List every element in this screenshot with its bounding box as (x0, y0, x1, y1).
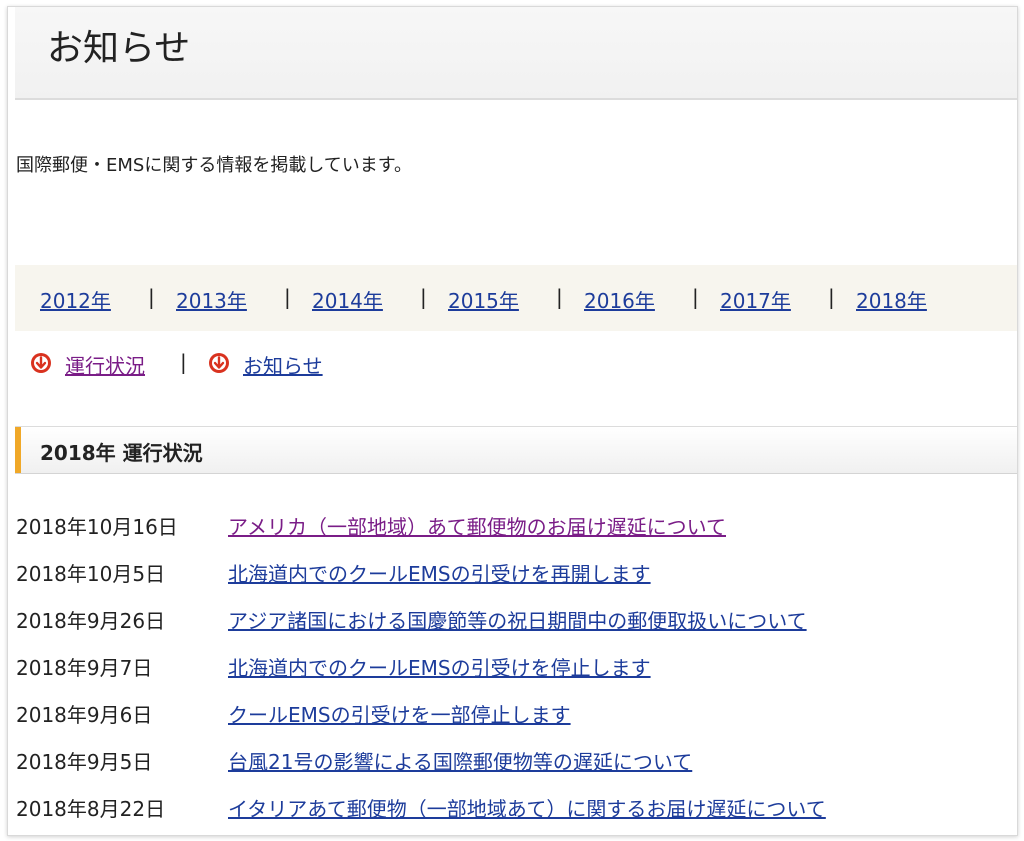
year-link-2017[interactable]: 2017年 (720, 285, 791, 314)
year-link-2015[interactable]: 2015年 (448, 285, 519, 314)
news-link[interactable]: アジア諸国における国慶節等の祝日期間中の郵便取扱いについて (228, 605, 807, 634)
page-header: お知らせ (15, 7, 1017, 100)
news-link[interactable]: 北海道内でのクールEMSの引受けを停止します (228, 652, 651, 681)
news-date: 2018年10月5日 (16, 562, 166, 586)
year-link-2018[interactable]: 2018年 (856, 285, 927, 314)
news-link[interactable]: 台風21号の影響による国際郵便物等の遅延について (228, 746, 692, 775)
section-heading: 2018年 運行状況 (15, 426, 1017, 474)
year-link-2014[interactable]: 2014年 (312, 285, 383, 314)
news-link[interactable]: イタリアあて郵便物（一部地域あて）に関するお届け遅延について (228, 793, 826, 822)
year-separator: | (556, 285, 563, 309)
year-separator: | (692, 285, 699, 309)
news-link[interactable]: 北海道内でのクールEMSの引受けを再開します (228, 558, 651, 587)
news-date: 2018年9月7日 (16, 656, 153, 680)
page-title: お知らせ (47, 28, 191, 69)
year-separator: | (828, 285, 835, 309)
intro-text: 国際郵便・EMSに関する情報を掲載しています。 (16, 155, 412, 176)
circle-down-arrow-icon[interactable] (30, 352, 52, 374)
news-link[interactable]: クールEMSの引受けを一部停止します (228, 699, 571, 728)
year-link-2013[interactable]: 2013年 (176, 285, 247, 314)
anchor-separator: | (180, 350, 187, 374)
section-title: 2018年 運行状況 (40, 441, 203, 465)
year-separator: | (284, 285, 291, 309)
news-date: 2018年10月16日 (16, 515, 178, 539)
news-link[interactable]: アメリカ（一部地域）あて郵便物のお届け遅延について (228, 511, 726, 540)
page-frame: お知らせ 国際郵便・EMSに関する情報を掲載しています。 2012年 | 201… (7, 6, 1018, 836)
news-date: 2018年8月22日 (16, 797, 166, 821)
year-separator: | (420, 285, 427, 309)
news-date: 2018年9月26日 (16, 609, 166, 633)
year-link-2012[interactable]: 2012年 (40, 285, 111, 314)
circle-down-arrow-icon[interactable] (208, 352, 230, 374)
anchor-link-operation-status[interactable]: 運行状況 (65, 350, 145, 379)
section-accent-bar (15, 427, 21, 473)
year-separator: | (148, 285, 155, 309)
news-date: 2018年9月6日 (16, 703, 153, 727)
anchor-link-notices[interactable]: お知らせ (243, 350, 323, 379)
year-link-2016[interactable]: 2016年 (584, 285, 655, 314)
news-date: 2018年9月5日 (16, 750, 153, 774)
year-nav: 2012年 | 2013年 | 2014年 | 2015年 | 2016年 | … (15, 265, 1017, 331)
